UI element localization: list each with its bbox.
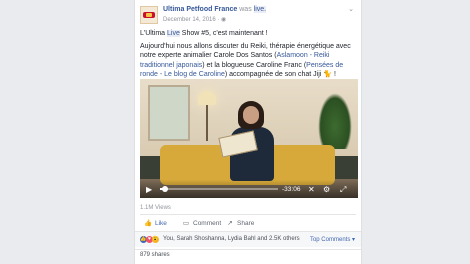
progress-knob[interactable] [161, 186, 168, 192]
comment-icon: ▭ [182, 220, 190, 227]
scene-lamp [198, 91, 216, 105]
scene-lampstand [206, 105, 208, 141]
gear-icon[interactable]: ⚙ [323, 185, 330, 194]
reactions-bar: 👍 ♥ 😮 You, Sarah Shoshanna, Lydia Bahl a… [135, 231, 361, 247]
comment-button[interactable]: ▭ Comment [182, 219, 221, 227]
live-hashtag-link[interactable]: Live [167, 30, 180, 37]
mute-icon[interactable]: ✕ [308, 185, 315, 194]
reaction-names[interactable]: You, Sarah Shoshanna, Lydia Bahl and 2.5… [163, 236, 300, 242]
share-icon: ↗ [227, 220, 233, 227]
like-button[interactable]: 👍 Like [144, 219, 167, 227]
shares-count[interactable]: 879 shares [140, 252, 170, 258]
action-bar: 👍 Like ▭ Comment ↗ Share [140, 214, 356, 231]
live-video-player[interactable]: ▶ -33:06 ✕ ⚙ ⤢ [140, 79, 358, 198]
post-author-line: Ultima Petfood France was live. [163, 6, 267, 13]
share-button[interactable]: ↗ Share [226, 219, 254, 227]
post-text: L'Ultima Live Show #5, c'est maintenant … [140, 29, 358, 83]
presenter-face [243, 106, 259, 124]
scene-plant [318, 93, 352, 149]
share-label: Share [237, 220, 255, 227]
play-icon[interactable]: ▶ [146, 185, 152, 194]
comment-label: Comment [193, 220, 222, 227]
post-paragraph: Aujourd'hui nous allons discuter du Reik… [140, 42, 358, 80]
thumbs-up-icon: 👍 [144, 220, 153, 227]
divider [135, 249, 361, 250]
progress-bar[interactable] [160, 186, 278, 192]
headline-end: Show #5, c'est maintenant ! [179, 30, 268, 37]
time-remaining: -33:06 [282, 186, 301, 193]
live-link[interactable]: live. [253, 6, 267, 13]
globe-icon: ◉ [221, 17, 227, 23]
post-card: Ultima Petfood France was live. December… [134, 0, 362, 264]
headline-start: L'Ultima [140, 30, 168, 37]
fullscreen-icon[interactable]: ⤢ [340, 185, 346, 194]
chevron-down-icon[interactable]: ⌄ [346, 5, 356, 13]
post-date-text[interactable]: December 14, 2016 · [163, 17, 221, 23]
was-text: was [239, 6, 252, 13]
post-header: Ultima Petfood France was live. December… [140, 5, 356, 25]
page-name-link[interactable]: Ultima Petfood France [163, 6, 237, 13]
wow-reaction-icon[interactable]: 😮 [152, 236, 159, 243]
para-part-c: ) accompagnée de son chat Jiji 🐈 ! [224, 71, 336, 78]
para-part-b: ) et la blogueuse Caroline Franc ( [202, 61, 307, 69]
post-date[interactable]: December 14, 2016 · ◉ [163, 16, 226, 23]
like-label: Like [155, 220, 167, 227]
video-controls: ▶ -33:06 ✕ ⚙ ⤢ [140, 180, 358, 198]
scene-window [148, 85, 190, 141]
views-count: 1.1M Views [140, 205, 171, 211]
page-avatar[interactable] [140, 6, 158, 24]
top-comments-dropdown[interactable]: Top Comments ▾ [310, 236, 355, 243]
ultima-logo [143, 12, 155, 18]
post-headline: L'Ultima Live Show #5, c'est maintenant … [140, 29, 358, 39]
